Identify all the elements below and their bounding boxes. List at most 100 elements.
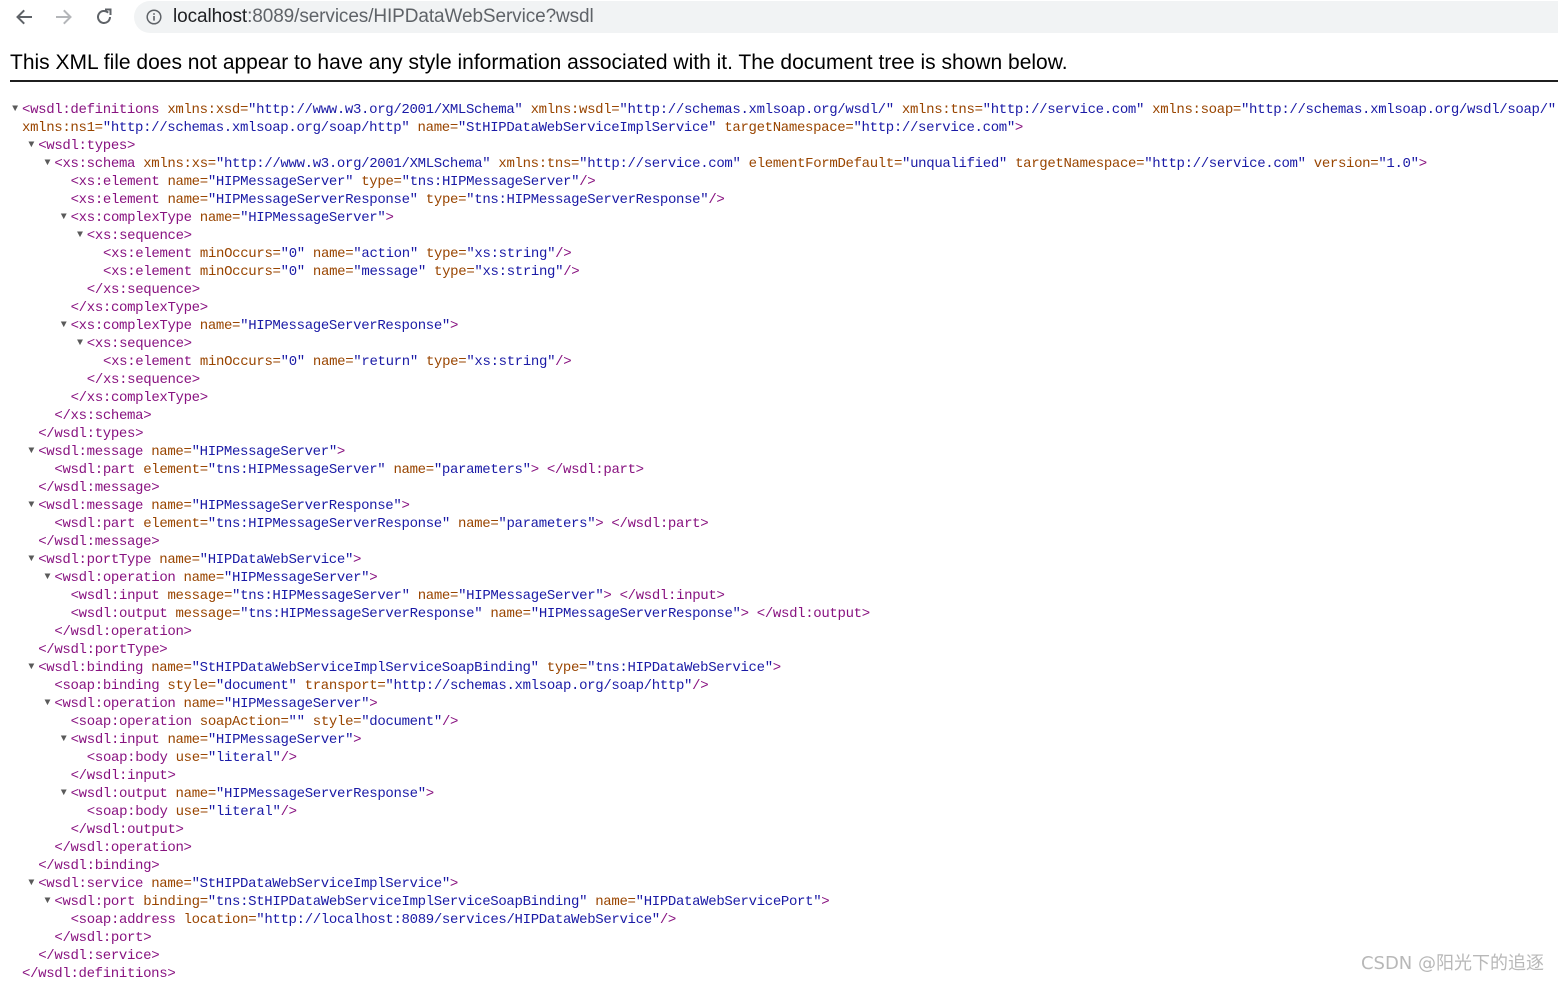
collapse-triangle-icon[interactable]: ▼: [26, 497, 36, 515]
xml-attr-eq: =: [1232, 102, 1241, 118]
xml-attr-name: xmlns:wsdl: [530, 102, 612, 118]
xml-quote: ": [853, 120, 862, 136]
xml-tag-name: wsdl:service: [54, 948, 152, 964]
xml-attr-name: targetNamespace: [724, 120, 846, 136]
xml-tag-name: wsdl:portType: [54, 642, 160, 658]
collapse-triangle-icon[interactable]: ▼: [42, 695, 52, 713]
reload-button[interactable]: [91, 4, 117, 30]
xml-bracket: <: [70, 786, 79, 802]
xml-line-text: </wsdl:binding>: [38, 857, 159, 875]
xml-bracket: <: [22, 102, 31, 118]
xml-tag-name: wsdl:output: [78, 606, 168, 622]
xml-bracket: >: [450, 318, 459, 334]
xml-quote: ": [635, 894, 644, 910]
collapse-triangle-icon[interactable]: ▼: [75, 227, 85, 245]
collapse-triangle-icon[interactable]: ▼: [42, 569, 52, 587]
xml-quote: ": [272, 750, 281, 766]
xml-bracket: />: [280, 804, 297, 820]
xml-quote: ": [191, 660, 200, 676]
collapse-triangle-icon[interactable]: ▼: [42, 155, 52, 173]
xml-attr-eq: =: [183, 498, 192, 514]
xml-bracket: >: [336, 444, 345, 460]
xml-attr-name: name: [312, 354, 346, 370]
xml-tag-name: wsdl:binding: [46, 660, 144, 676]
collapse-triangle-icon[interactable]: ▼: [59, 209, 69, 227]
collapse-triangle-icon[interactable]: ▼: [75, 335, 85, 353]
xml-quote: ": [441, 318, 450, 334]
collapse-triangle-icon[interactable]: ▼: [26, 659, 36, 677]
collapse-triangle-icon[interactable]: ▼: [59, 785, 69, 803]
collapse-triangle-icon[interactable]: ▼: [26, 443, 36, 461]
xml-quote: ": [296, 264, 305, 280]
xml-bracket: </: [611, 516, 628, 532]
xml-quote: ": [191, 498, 200, 514]
xml-quote: ": [223, 696, 232, 712]
xml-attr-value: literal: [215, 804, 273, 820]
collapse-triangle-icon[interactable]: ▼: [26, 875, 36, 893]
collapse-triangle-icon[interactable]: ▼: [26, 137, 36, 155]
xml-attr-value: xs:string: [482, 264, 556, 280]
xml-attr-eq: =: [571, 156, 580, 172]
xml-quote: ": [417, 786, 426, 802]
xml-quote: ": [530, 606, 539, 622]
xml-line-text: </wsdl:service>: [38, 947, 159, 965]
reload-icon: [97, 8, 112, 24]
xml-quote: ": [240, 210, 249, 226]
xml-quote: ": [248, 102, 257, 118]
xml-line: </xs:sequence>: [0, 281, 1558, 299]
xml-attr-value: http://schemas.xmlsoap.org/wsdl/soap/: [1249, 102, 1548, 118]
xml-bracket: <: [70, 210, 79, 226]
xml-line: </wsdl:operation>: [0, 839, 1558, 857]
xml-attr-name: version: [1313, 156, 1371, 172]
collapse-triangle-icon[interactable]: ▼: [59, 731, 69, 749]
xml-attr-eq: =: [232, 210, 241, 226]
xml-line-text: </wsdl:operation>: [54, 839, 192, 857]
xml-line: <wsdl:input message="tns:HIPMessageServe…: [0, 587, 1558, 605]
collapse-triangle-icon[interactable]: ▼: [42, 893, 52, 911]
xml-bracket: >: [151, 948, 160, 964]
xml-quote: ": [272, 804, 281, 820]
xml-bracket: >: [401, 498, 410, 514]
xml-attr-value: tns:HIPMessageServerResponse: [474, 192, 701, 208]
xml-attr-eq: =: [94, 120, 103, 136]
xml-line-text: <wsdl:message name="HIPMessageServer">: [38, 443, 345, 461]
forward-button[interactable]: [51, 4, 77, 30]
xml-line: </wsdl:portType>: [0, 641, 1558, 659]
xml-line-text: </xs:schema>: [54, 407, 151, 425]
xml-quote: ": [401, 588, 410, 604]
xml-quote: ": [409, 354, 418, 370]
xml-attr-value: HIPMessageServerResponse: [215, 192, 410, 208]
xml-attr-eq: =: [183, 660, 192, 676]
info-icon[interactable]: [146, 9, 162, 25]
xml-quote: ": [191, 876, 200, 892]
xml-attr-value: tns:HIPMessageServerResponse: [215, 516, 442, 532]
xml-line: ▼ <wsdl:operation name="HIPMessageServer"…: [0, 695, 1558, 713]
xml-quote: ": [555, 264, 564, 280]
xml-line-text: </wsdl:output>: [71, 821, 184, 839]
xml-bracket: </: [70, 300, 87, 316]
xml-attr-value: message: [361, 264, 418, 280]
xml-tag-name: wsdl:port: [70, 930, 144, 946]
xml-attr-name: element: [143, 516, 200, 532]
xml-attr-name: name: [175, 786, 209, 802]
xml-quote: ": [377, 462, 386, 478]
xml-line-text: </xs:complexType>: [71, 389, 209, 407]
xml-attr-eq: =: [199, 192, 208, 208]
collapse-triangle-icon[interactable]: ▼: [10, 101, 20, 119]
address-bar[interactable]: localhost:8089/services/HIPDataWebServic…: [134, 1, 1558, 33]
xml-line: ▼ <xs:schema xmlns:xs="http://www.w3.org/…: [0, 155, 1558, 173]
xml-attr-value: 0: [288, 264, 297, 280]
xml-attr-value: http://localhost:8089/services/HIPDataWe…: [264, 912, 652, 928]
xml-quote: ": [102, 120, 111, 136]
xml-line: </xs:complexType>: [0, 389, 1558, 407]
xml-bracket: </: [70, 768, 87, 784]
xml-attr-eq: =: [232, 606, 241, 622]
xml-tag-name: wsdl:port: [62, 894, 136, 910]
back-button[interactable]: [11, 4, 37, 30]
collapse-triangle-icon[interactable]: ▼: [59, 317, 69, 335]
xml-line-text: <soap:address location="http://localhost…: [71, 911, 677, 929]
collapse-triangle-icon[interactable]: ▼: [26, 551, 36, 569]
xml-attr-eq: =: [280, 714, 289, 730]
xml-attr-name: name: [199, 318, 233, 334]
xml-bracket: >: [143, 408, 152, 424]
